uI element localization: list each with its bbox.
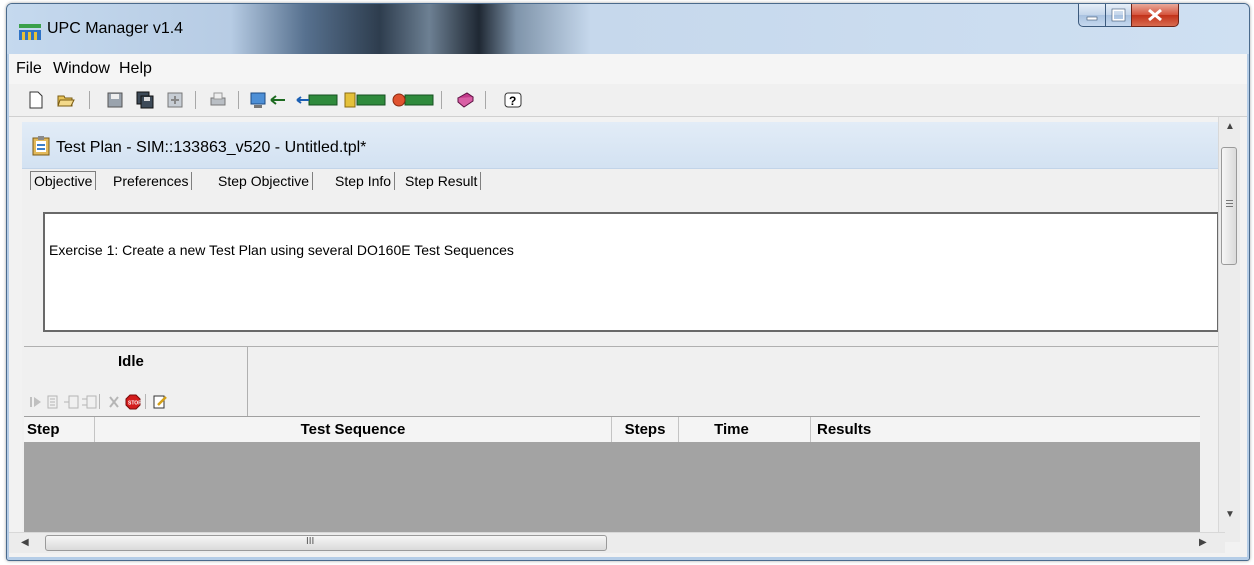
client-area: Test Plan - SIM::133863_v520 - Untitled.… (9, 117, 1247, 557)
toolbar: ? (9, 84, 1247, 117)
menu-bar: File Window Help (9, 54, 1247, 85)
run-icon[interactable] (28, 394, 44, 410)
close-icon (1148, 8, 1162, 22)
test-sequence-grid[interactable] (24, 442, 1200, 544)
tab-objective[interactable]: Objective (30, 171, 97, 190)
download-icon[interactable] (295, 90, 339, 110)
menu-window[interactable]: Window (53, 60, 110, 78)
test-sequence-grid-header: Step Test Sequence Steps Time Results (24, 416, 1200, 443)
document-title: Test Plan - SIM::133863_v520 - Untitled.… (56, 139, 367, 156)
print-icon[interactable] (208, 90, 228, 110)
status-label: Idle (118, 353, 144, 370)
column-step[interactable]: Step (24, 417, 95, 442)
maximize-icon (1111, 8, 1126, 22)
svg-text:STOP: STOP (128, 401, 141, 407)
help-book-icon[interactable] (455, 90, 475, 110)
tab-preferences[interactable]: Preferences (113, 172, 193, 190)
scroll-up-icon[interactable]: ▲ (1225, 121, 1235, 132)
new-icon[interactable] (26, 90, 46, 110)
test-plan-document: Test Plan - SIM::133863_v520 - Untitled.… (22, 122, 1219, 544)
export-icon[interactable] (165, 90, 185, 110)
stop-icon[interactable]: STOP (125, 394, 141, 410)
vertical-scrollbar[interactable]: ▲ ▼ (1218, 117, 1240, 542)
document-header: Test Plan - SIM::133863_v520 - Untitled.… (22, 122, 1218, 169)
horizontal-scroll-thumb[interactable]: III (45, 535, 607, 551)
step-into-icon[interactable] (63, 394, 79, 410)
main-window: UPC Manager v1.4 File Window Help ? Test… (6, 3, 1250, 561)
run-status-panel: Idle STOP (24, 346, 248, 417)
maximize-button[interactable] (1105, 4, 1132, 27)
menu-help[interactable]: Help (119, 60, 152, 78)
minimize-button[interactable] (1078, 4, 1106, 27)
scroll-right-icon[interactable]: ▶ (1199, 537, 1207, 548)
save-icon[interactable] (105, 90, 125, 110)
column-steps[interactable]: Steps (612, 417, 679, 442)
column-time[interactable]: Time (679, 417, 811, 442)
pause-icon[interactable] (106, 394, 122, 410)
svg-text:?: ? (509, 94, 516, 108)
scroll-left-icon[interactable]: ◀ (21, 537, 29, 548)
tab-step-objective[interactable]: Step Objective (218, 172, 314, 190)
menu-file[interactable]: File (16, 60, 42, 78)
scroll-grip: III (306, 536, 315, 547)
close-button[interactable] (1131, 4, 1179, 27)
edit-notes-icon[interactable] (152, 394, 168, 410)
objective-text: Exercise 1: Create a new Test Plan using… (49, 242, 514, 258)
minimize-icon (1086, 16, 1098, 21)
status-divider (245, 346, 1218, 347)
connect-icon[interactable] (249, 90, 289, 110)
tab-step-info[interactable]: Step Info (335, 172, 396, 190)
open-icon[interactable] (56, 90, 76, 110)
step-icon[interactable] (45, 394, 61, 410)
title-bar[interactable]: UPC Manager v1.4 (7, 4, 1249, 54)
scroll-down-icon[interactable]: ▼ (1225, 509, 1235, 520)
upload-icon[interactable] (343, 90, 387, 110)
window-title: UPC Manager v1.4 (47, 20, 184, 37)
step-over-icon[interactable] (81, 394, 97, 410)
column-test-sequence[interactable]: Test Sequence (95, 417, 612, 442)
sync-icon[interactable] (391, 90, 435, 110)
column-results[interactable]: Results (811, 417, 1200, 442)
vertical-scroll-thumb[interactable] (1221, 147, 1237, 265)
horizontal-scrollbar[interactable]: ◀ III ▶ (9, 532, 1225, 553)
app-icon (19, 24, 41, 40)
save-all-icon[interactable] (135, 90, 155, 110)
tab-step-result[interactable]: Step Result (405, 172, 482, 190)
objective-text-area[interactable]: Exercise 1: Create a new Test Plan using… (43, 212, 1219, 332)
context-help-icon[interactable]: ? (503, 90, 523, 110)
clipboard-icon (32, 136, 50, 156)
